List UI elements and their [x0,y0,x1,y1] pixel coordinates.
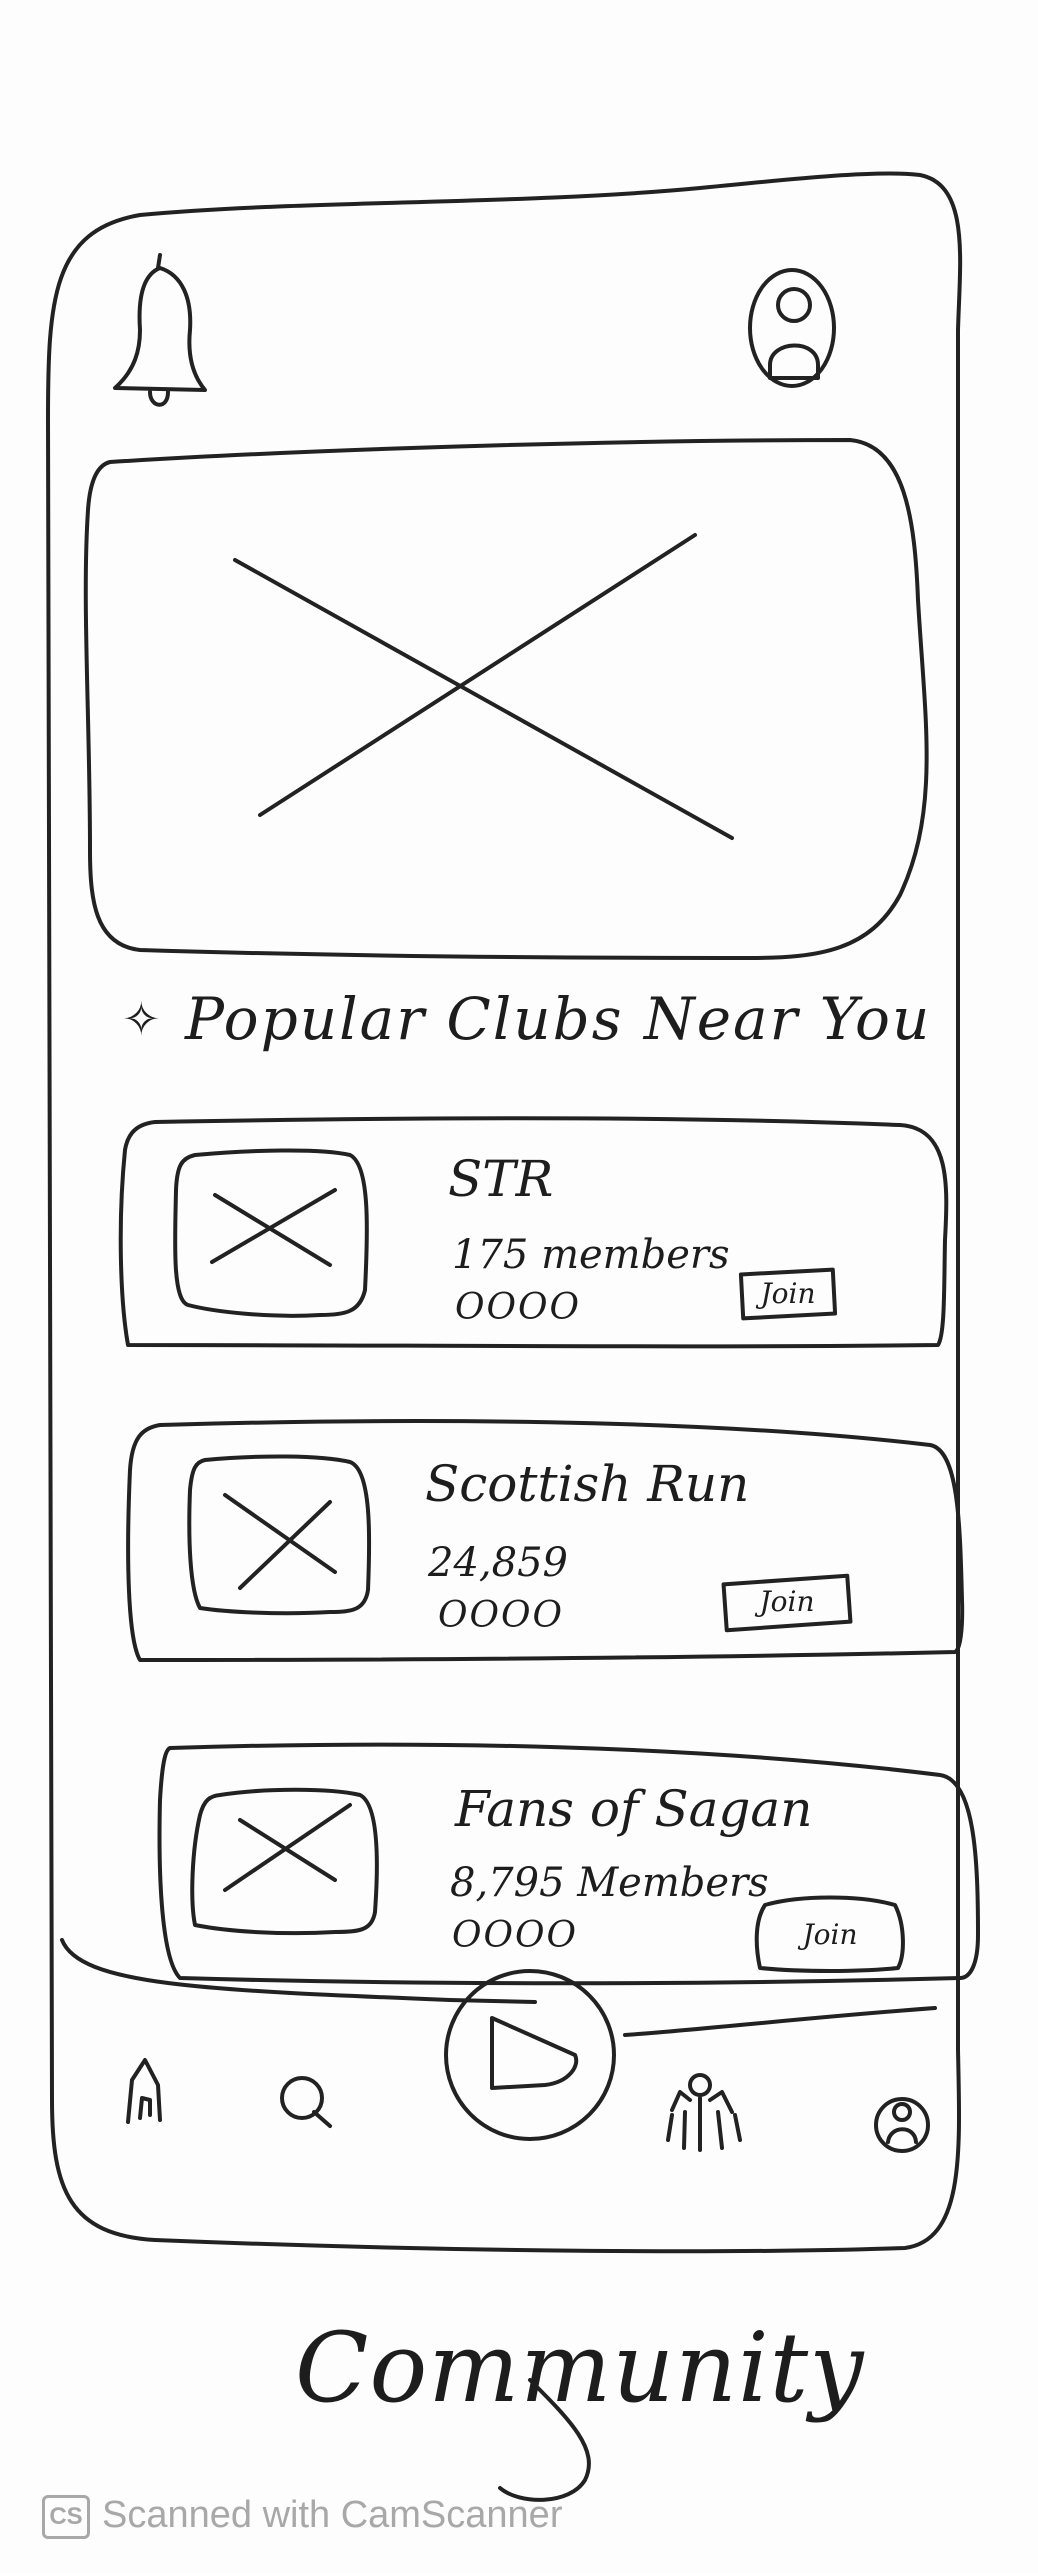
camscanner-watermark: Scanned with CamScanner [102,2494,563,2536]
club-rating: OOOO [438,1595,565,1636]
search-icon[interactable] [280,2076,332,2128]
profile-nav-icon[interactable] [874,2097,930,2153]
home-icon[interactable] [126,2058,162,2124]
club-members: 8,795 Members [450,1860,769,1906]
avatar-icon[interactable] [748,268,836,388]
club-rating: OOOO [455,1287,582,1328]
club-members: 24,859 [428,1540,568,1586]
bell-icon[interactable] [113,253,207,407]
section-title: Popular Clubs Near You [185,985,932,1053]
club-members: 175 members [452,1232,730,1278]
play-button-icon[interactable] [444,1969,616,2141]
club-name: Fans of Sagan [455,1780,813,1838]
page-caption: Community [295,2312,865,2424]
hero-banner-placeholder [83,438,929,960]
club-name: STR [448,1150,554,1208]
join-button[interactable]: Join [742,1274,834,1314]
join-button[interactable]: Join [760,1915,900,1959]
community-icon[interactable] [666,2073,742,2152]
sparkle-icon: ✧ [122,992,161,1046]
club-rating: OOOO [452,1915,579,1956]
join-button[interactable]: Join [725,1582,849,1624]
club-name: Scottish Run [425,1455,750,1513]
camscanner-logo: CS [42,2495,90,2539]
